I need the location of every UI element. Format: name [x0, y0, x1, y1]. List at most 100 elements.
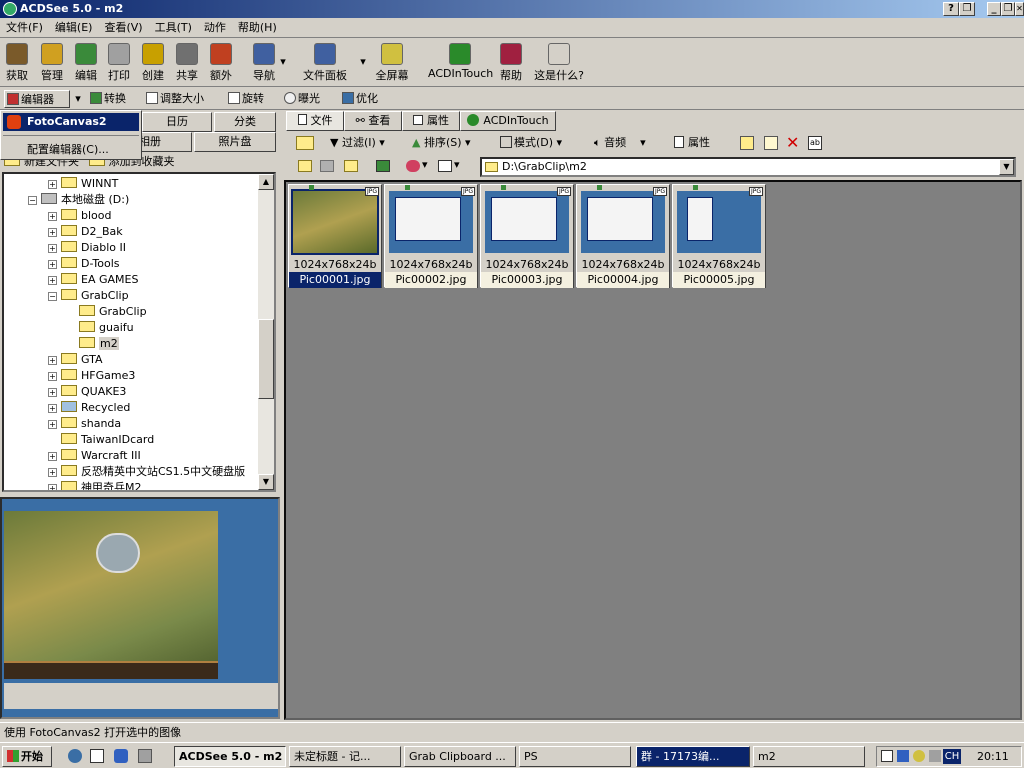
tree-item[interactable]: + D-Tools — [48, 256, 120, 272]
tree-item[interactable]: TaiwanIDcard — [48, 432, 154, 448]
expand-icon[interactable]: + — [48, 276, 57, 285]
tree-scrollbar[interactable]: ▲ ▼ — [258, 174, 274, 490]
resize-button[interactable]: 调整大小 — [146, 90, 204, 108]
toolbar-button-edit[interactable]: 编辑 — [72, 41, 100, 85]
tree-item[interactable]: + 神甲奇兵M2 — [48, 480, 142, 490]
view-mode-icon[interactable] — [438, 160, 452, 172]
menu-view[interactable]: 查看(V) — [98, 18, 148, 38]
expand-icon[interactable]: + — [48, 452, 57, 461]
file-thumbnail[interactable]: JPG 1024x768x24b Pic00002.jpg — [384, 184, 478, 288]
expand-icon[interactable]: + — [48, 180, 57, 189]
mode-button[interactable]: 模式(D) ▾ — [500, 134, 562, 152]
start-button[interactable]: 开始 — [2, 746, 52, 767]
tab-acdintouch[interactable]: ACDInTouch — [460, 111, 556, 131]
tab-categories[interactable]: 分类 — [214, 112, 276, 132]
forward-folder-icon[interactable] — [320, 160, 334, 172]
address-field[interactable]: D:\GrabClip\m2 ▼ — [480, 157, 1016, 177]
file-thumbnail[interactable]: JPG 1024x768x24b Pic00005.jpg — [672, 184, 766, 288]
copy-to-icon[interactable] — [740, 136, 754, 150]
desktop-quicklaunch-icon[interactable] — [114, 749, 128, 763]
tree-item[interactable]: guaifu — [66, 320, 134, 336]
tree-item[interactable]: + shanda — [48, 416, 121, 432]
tree-item[interactable]: − 本地磁盘 (D:) — [28, 192, 129, 208]
input-language-indicator[interactable]: CH — [943, 749, 961, 764]
tree-item[interactable]: + Recycled — [48, 400, 130, 416]
rotate-button[interactable]: 旋转 — [228, 90, 264, 108]
expand-icon[interactable]: + — [48, 484, 57, 490]
tree-item[interactable]: − GrabClip — [48, 288, 129, 304]
tree-item[interactable]: + EA GAMES — [48, 272, 138, 288]
ie-quicklaunch-icon[interactable] — [68, 749, 82, 763]
network-icon[interactable] — [897, 750, 909, 762]
rename-icon[interactable]: ab — [808, 136, 822, 150]
outlook-quicklaunch-icon[interactable] — [90, 749, 104, 763]
optimize-button[interactable]: 优化 — [342, 90, 378, 108]
expand-icon[interactable]: + — [48, 356, 57, 365]
exposure-button[interactable]: 曝光 — [284, 90, 320, 108]
expand-icon[interactable]: + — [48, 244, 57, 253]
file-thumbnail[interactable]: JPG 1024x768x24b Pic00004.jpg — [576, 184, 670, 288]
parent-folder-icon[interactable] — [344, 160, 358, 172]
file-thumbnail[interactable]: JPG 1024x768x24b Pic00001.jpg — [288, 184, 382, 288]
scroll-thumb[interactable] — [258, 319, 274, 399]
refresh-icon[interactable] — [376, 160, 390, 172]
tree-item[interactable]: + HFGame3 — [48, 368, 135, 384]
expand-icon[interactable]: + — [48, 404, 57, 413]
menu-item-fotocanvas2[interactable]: FotoCanvas2 — [3, 113, 139, 131]
menu-edit[interactable]: 编辑(E) — [49, 18, 99, 38]
toolbar-button-file-panel[interactable]: 文件面板 — [300, 41, 350, 85]
toolbar-button-create[interactable]: 创建 — [138, 41, 168, 85]
toolbar-button-navigate[interactable]: 导航 — [249, 41, 279, 85]
expand-icon[interactable]: + — [48, 212, 57, 221]
collapse-icon[interactable]: − — [48, 292, 57, 301]
tree-item[interactable]: + Diablo II — [48, 240, 126, 256]
scroll-down-button[interactable]: ▼ — [258, 474, 274, 490]
task-ps-folder[interactable]: PS — [519, 746, 631, 767]
convert-button[interactable]: 转换 — [90, 90, 126, 108]
tray-app-icon[interactable] — [913, 750, 925, 762]
task-m2-folder[interactable]: m2 — [753, 746, 865, 767]
tree-item[interactable]: m2 — [66, 336, 119, 352]
filter-button[interactable]: ▼ 过滤(I) ▾ — [330, 134, 385, 152]
move-to-icon[interactable] — [764, 136, 778, 150]
expand-icon[interactable]: + — [48, 228, 57, 237]
task-chat-group[interactable]: 群 - 17173编... — [636, 746, 750, 767]
menu-item-config-editor[interactable]: 配置编辑器(C)... — [27, 141, 109, 159]
volume-icon[interactable] — [881, 750, 893, 762]
app-quicklaunch-icon[interactable] — [138, 749, 152, 763]
menu-file[interactable]: 文件(F) — [0, 18, 49, 38]
audio-button[interactable]: 🔈︎ 音频 ▾ — [594, 134, 646, 152]
sort-button[interactable]: ▲ 排序(S) ▾ — [412, 134, 471, 152]
expand-icon[interactable]: + — [48, 468, 57, 477]
toolbar-button-share[interactable]: 共享 — [172, 41, 202, 85]
expand-icon[interactable]: + — [48, 420, 57, 429]
delete-icon[interactable]: ✕ — [786, 134, 799, 152]
task-acdsee[interactable]: ACDSee 5.0 - m2 — [174, 746, 286, 767]
tab-properties[interactable]: 属性 — [402, 111, 460, 131]
tab-view[interactable]: ⚯ 查看 — [344, 111, 402, 131]
toolbar-button-manage[interactable]: 管理 — [36, 41, 68, 85]
close-button[interactable]: ✕ — [1015, 2, 1024, 16]
favorites-icon[interactable] — [406, 160, 420, 172]
scroll-up-button[interactable]: ▲ — [258, 174, 274, 190]
up-folder-icon[interactable] — [296, 136, 314, 150]
favorites-dropdown-arrow[interactable]: ▾ — [422, 158, 428, 171]
menu-help[interactable]: 帮助(H) — [232, 18, 283, 38]
expand-icon[interactable]: + — [48, 260, 57, 269]
tray-app2-icon[interactable] — [929, 750, 941, 762]
task-grab-clipboard[interactable]: Grab Clipboard ... — [404, 746, 516, 767]
tree-item[interactable]: + QUAKE3 — [48, 384, 126, 400]
view-mode-dropdown-arrow[interactable]: ▾ — [454, 158, 460, 171]
editor-button[interactable]: 编辑器 — [4, 90, 70, 108]
toolbar-button-acquire[interactable]: 获取 — [2, 41, 32, 85]
menu-actions[interactable]: 动作 — [198, 18, 232, 38]
tree-item[interactable]: + Warcraft III — [48, 448, 141, 464]
toolbar-button-help[interactable]: 帮助 — [496, 41, 526, 85]
toolbar-button-print[interactable]: 打印 — [104, 41, 134, 85]
tree-item[interactable]: + D2_Bak — [48, 224, 123, 240]
address-dropdown-button[interactable]: ▼ — [999, 159, 1014, 175]
editor-dropdown-arrow[interactable]: ▾ — [71, 90, 85, 108]
tab-photo-disc[interactable]: 照片盘 — [194, 132, 276, 152]
properties-button[interactable]: 属性 — [674, 134, 710, 152]
menu-tools[interactable]: 工具(T) — [149, 18, 198, 38]
